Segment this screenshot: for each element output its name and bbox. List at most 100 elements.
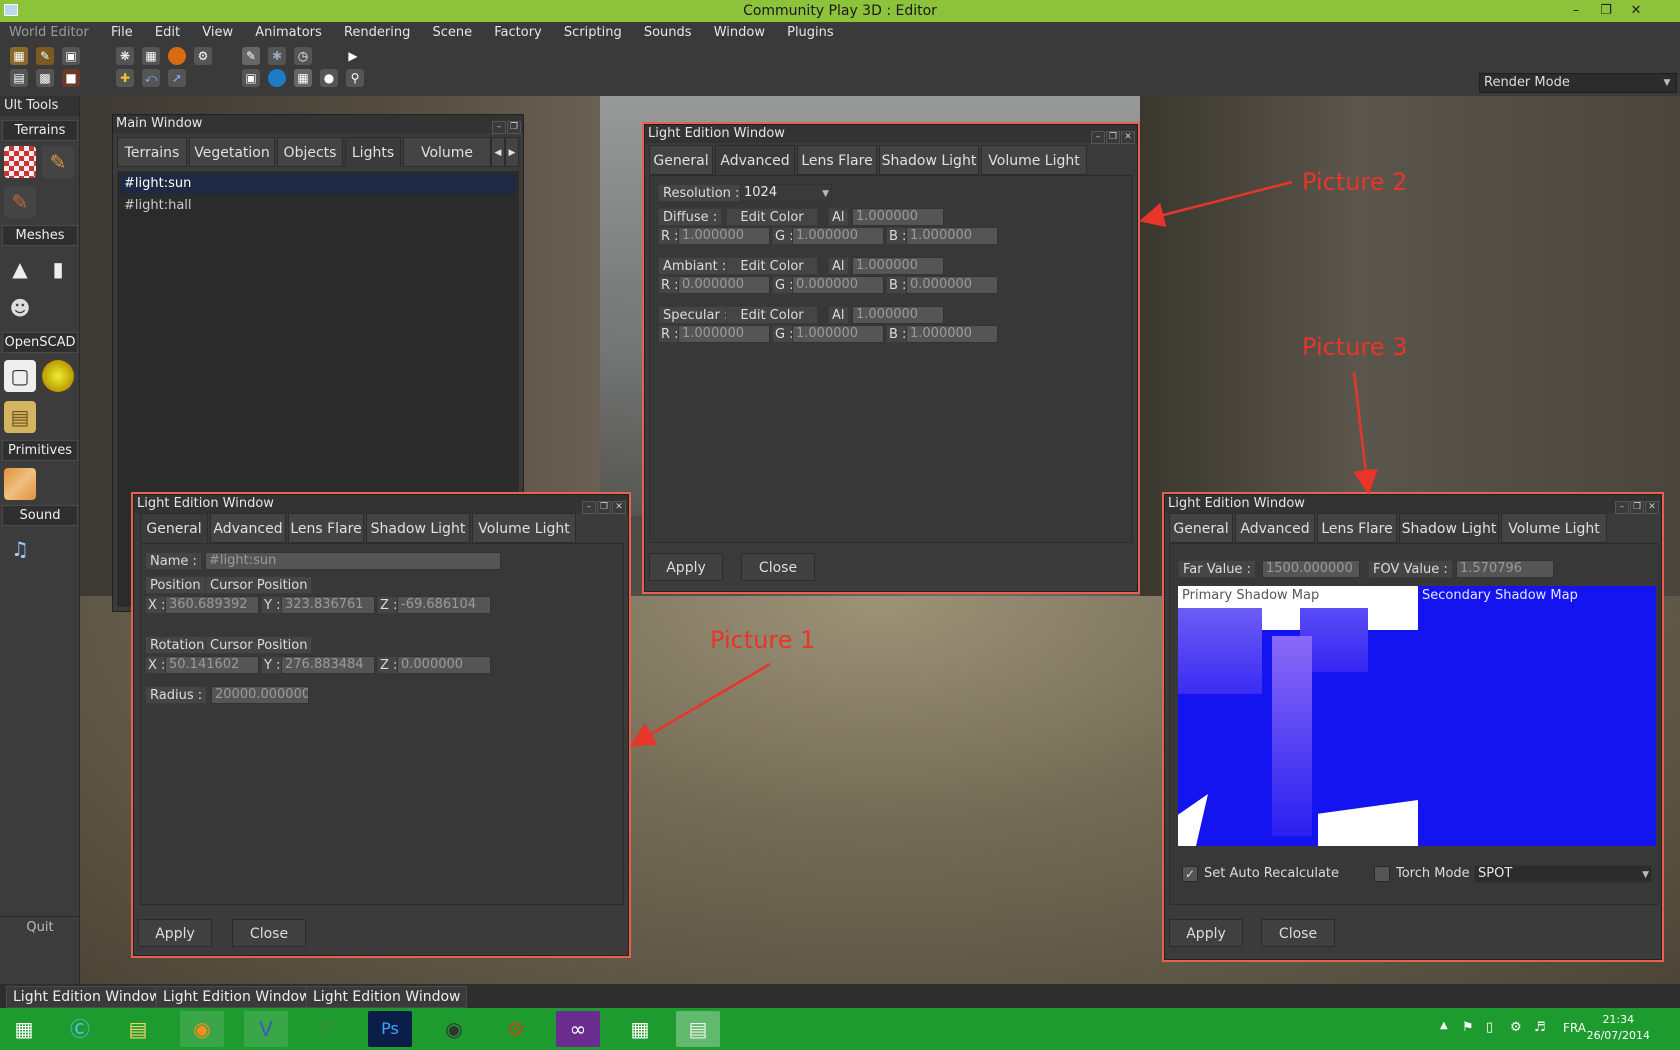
diffuse-g-field[interactable]: 1.000000 [792,227,884,245]
tab-shadow-light[interactable]: Shadow Light [366,513,470,543]
list-item[interactable]: #light:hall [120,196,516,216]
apply-button[interactable]: Apply [138,919,212,947]
apply-button[interactable]: Apply [1169,919,1243,947]
task-tab[interactable]: Light Edition Window [306,986,468,1008]
menu-window[interactable]: Window [705,22,774,44]
section-sound[interactable]: Sound [2,505,78,526]
tab-general[interactable]: General [649,145,713,175]
gear-icon[interactable]: ⚙ [194,47,212,65]
diffuse-edit-color-button[interactable]: Edit Color [726,208,818,226]
rotation-z-field[interactable]: 0.000000 [397,656,491,674]
rotation-cursor-button[interactable]: Cursor Position [205,636,313,654]
apply-button[interactable]: Apply [649,553,723,581]
render-mode-select[interactable]: Render Mode ▼ [1479,73,1677,93]
close-icon[interactable]: ✕ [1622,0,1650,22]
torch-mode-select[interactable]: SPOT ▼ [1474,865,1652,883]
resolution-select[interactable]: 1024 ▼ [740,184,832,202]
menu-rendering[interactable]: Rendering [335,22,419,44]
restore-icon[interactable]: ❐ [1106,131,1120,144]
image-icon[interactable]: ▩ [36,69,54,87]
open-folder-icon[interactable]: ▦ [10,47,28,65]
menu-sounds[interactable]: Sounds [635,22,701,44]
photoshop-icon[interactable]: Ps [368,1011,412,1047]
cube-icon[interactable]: ▣ [242,69,260,87]
network-icon[interactable]: ⚙ [1510,1020,1522,1035]
sphere-icon[interactable] [168,47,186,65]
tab-volume-light[interactable]: Volume Light [472,513,576,543]
water-icon[interactable] [268,69,286,87]
minimize-icon[interactable]: – [1562,0,1590,22]
cylinder-mesh-icon[interactable]: ▮ [42,253,74,285]
new-document-icon[interactable]: ▢ [4,360,36,392]
section-primitives[interactable]: Primitives [2,440,78,461]
menu-file[interactable]: File [102,22,142,44]
tab-lens-flare[interactable]: Lens Flare [797,145,877,175]
animator-icon[interactable]: ✱ [268,47,286,65]
folder-icon[interactable]: ▤ [4,401,36,433]
tab-volume-lights[interactable]: Volume Lights [403,137,491,167]
grid-icon[interactable]: ▦ [142,47,160,65]
editor-window-icon[interactable]: ▤ [676,1011,720,1047]
tab-general[interactable]: General [140,513,208,543]
tab-vegetation[interactable]: Vegetation [189,137,275,167]
main-window-titlebar[interactable]: Main Window – ❐ [113,115,523,134]
light-window-shadow-titlebar[interactable]: Light Edition Window – ❐ ✕ [1165,495,1661,514]
light-window-advanced-titlebar[interactable]: Light Edition Window – ❐ ✕ [645,125,1137,144]
tab-lens-flare[interactable]: Lens Flare [288,513,364,543]
language-indicator[interactable]: FRA [1563,1021,1586,1035]
clock-icon[interactable]: ◷ [294,47,312,65]
tab-scroll-left-icon[interactable]: ◀ [491,137,505,167]
file-explorer-icon[interactable]: ▤ [116,1011,160,1047]
menu-animators[interactable]: Animators [246,22,331,44]
project-icon[interactable]: P [304,1011,348,1047]
specular-b-field[interactable]: 1.000000 [906,325,998,343]
primitive-icon[interactable] [4,468,36,500]
arrow-icon[interactable]: ➚ [168,69,186,87]
cone-mesh-icon[interactable]: ▲ [4,253,36,285]
restore-icon[interactable]: ❐ [1592,0,1620,22]
app-3d-icon[interactable]: ◉ [432,1011,476,1047]
close-button[interactable]: Close [232,919,306,947]
menu-view[interactable]: View [193,22,242,44]
terrain-paint-icon[interactable]: ✎ [4,186,36,218]
menu-plugins[interactable]: Plugins [778,22,843,44]
volume-icon[interactable]: ♬ [1534,1020,1546,1035]
specular-a-field[interactable]: 1.000000 [852,306,944,324]
firefox-icon[interactable]: ◉ [180,1011,224,1047]
list-item[interactable]: #light:sun [120,174,516,194]
save-icon[interactable]: ▣ [62,47,80,65]
name-field[interactable]: #light:sun [205,552,501,570]
camera-icon[interactable]: ▤ [10,69,28,87]
tab-shadow-light[interactable]: Shadow Light [1399,513,1499,543]
menu-scene[interactable]: Scene [423,22,481,44]
diffuse-a-field[interactable]: 1.000000 [852,208,944,226]
restore-icon[interactable]: ❐ [507,121,521,134]
tab-volume-light[interactable]: Volume Light [1501,513,1607,543]
tab-terrains[interactable]: Terrains [117,137,187,167]
store-icon[interactable]: ▦ [618,1011,662,1047]
position-cursor-button[interactable]: Cursor Position [205,576,313,594]
tab-scroll-right-icon[interactable]: ▶ [505,137,519,167]
light-bulb-icon[interactable]: ⚲ [346,69,364,87]
tab-advanced[interactable]: Advanced [1235,513,1315,543]
terrain-checker-icon[interactable] [4,146,36,178]
diffuse-r-field[interactable]: 1.000000 [678,227,770,245]
tab-shadow-light[interactable]: Shadow Light [879,145,979,175]
fov-value-field[interactable]: 1.570796 [1456,560,1554,578]
menu-factory[interactable]: Factory [485,22,551,44]
tab-objects[interactable]: Objects [277,137,343,167]
task-tab[interactable]: Light Edition Window [156,986,318,1008]
quit-button[interactable]: Quit [0,916,80,938]
sphere-mesh-icon[interactable]: ● [320,69,338,87]
menu-scripting[interactable]: Scripting [555,22,631,44]
start-windows-icon[interactable]: ▦ [2,1011,46,1047]
flag-icon[interactable]: ⚑ [1462,1020,1474,1035]
monkey-mesh-icon[interactable]: ☻ [4,292,36,324]
tray-expand-icon[interactable]: ▲ [1440,1020,1448,1031]
terrain-brush-icon[interactable]: ✎ [42,146,74,178]
ambiant-r-field[interactable]: 0.000000 [678,276,770,294]
openscad-logo-icon[interactable] [42,360,74,392]
internet-explorer-icon[interactable]: Ⓒ [58,1011,102,1047]
specular-g-field[interactable]: 1.000000 [792,325,884,343]
particle-icon[interactable]: ❋ [116,47,134,65]
